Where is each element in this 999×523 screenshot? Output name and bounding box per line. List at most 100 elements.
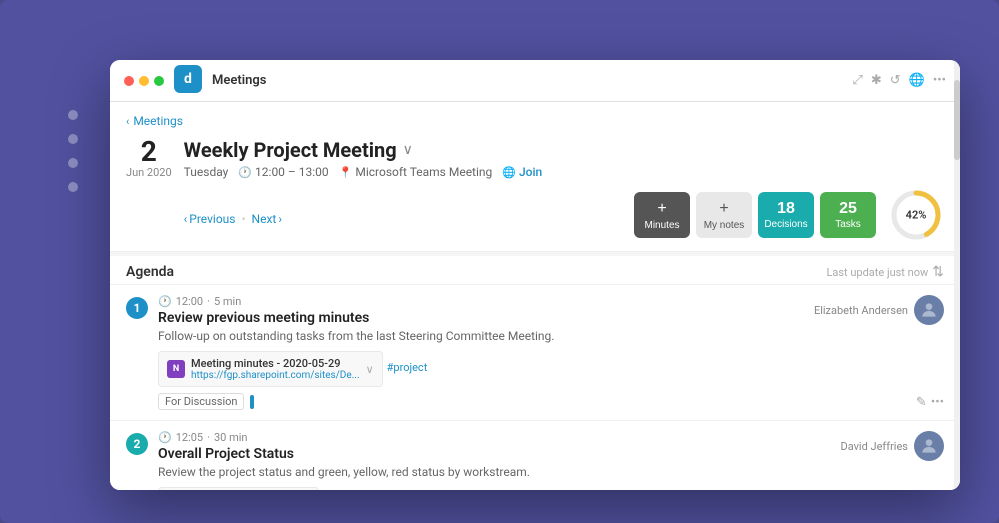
breadcrumb-arrow: ‹ [126,115,129,128]
avatar-1 [914,295,944,325]
refresh-icon[interactable]: ↺ [890,73,901,88]
minutes-plus-icon: + [657,200,666,218]
agenda-header: Agenda Last update just now ⇅ [110,256,960,285]
avatar-2 [914,431,944,461]
minimize-dot[interactable] [139,76,149,86]
scrollbar-track [954,102,960,490]
label-bar [250,395,254,409]
settings-icon[interactable]: ✱ [871,73,882,88]
progress-text: 42% [906,209,927,222]
meeting-time: 🕐 12:00 – 13:00 [238,165,328,179]
sidebar-left [68,110,78,192]
decisions-button[interactable]: 18 Decisions [758,192,814,238]
browser-traffic-lights [124,76,164,86]
nav-separator: • [241,212,245,226]
agenda-item-1-body: 🕐 12:00 · 5 min Review previous meeting … [158,295,804,410]
desktop: d Meetings ⤢ ✱ ↺ 🌐 ••• ‹ Meetings [0,0,999,523]
agenda-title: Agenda [126,264,174,280]
meeting-details: Weekly Project Meeting ∨ Tuesday 🕐 12:00… [184,138,944,243]
agenda-item-2-desc: Review the project status and green, yel… [158,465,830,479]
agenda-item-2-time: 🕐 12:05 · 30 min [158,431,830,444]
agenda-item-2-number: 2 [126,433,148,455]
tasks-count: 25 [839,201,857,217]
globe-icon[interactable]: 🌐 [909,73,925,88]
nav-row: ‹ Previous • Next › [184,212,282,226]
last-update-text: Last update just now [826,266,928,279]
tasks-label: Tasks [835,219,861,230]
agenda-section: Agenda Last update just now ⇅ 1 🕐 [110,256,960,490]
globe-icon: 🌐 [502,166,516,179]
sidebar-dot [68,158,78,168]
scrollbar-thumb[interactable] [954,102,960,160]
meeting-location: 📍 Microsoft Teams Meeting [339,165,493,179]
sidebar-dot [68,110,78,120]
label-discussion: For Discussion [158,393,244,410]
clock-icon-1: 🕐 [158,295,172,308]
agenda-item-2: 2 🕐 12:05 · 30 min Overall Project Statu… [110,421,960,490]
main-content: ‹ Meetings 2 Jun 2020 Weekly [110,102,960,490]
minutes-label: Minutes [644,220,679,231]
meeting-dropdown-icon[interactable]: ∨ [403,142,413,158]
app-logo: d [174,65,202,93]
clock-icon-2: 🕐 [158,431,172,444]
notes-label: My notes [704,220,745,231]
label-row-1: For Discussion [158,393,804,410]
date-number: 2 [141,138,157,166]
agenda-assignee-2: David Jeffries [840,431,944,461]
join-link[interactable]: Join [519,165,542,179]
attachment-1[interactable]: N Meeting minutes - 2020-05-29 https://f… [158,351,383,387]
nav-actions-row: ‹ Previous • Next › [184,187,944,243]
attachment-1-chevron: ∨ [366,363,374,376]
prev-arrow: ‹ [184,212,188,226]
meeting-join-item: 🌐 Join [502,165,542,179]
date-month: Jun 2020 [126,166,172,179]
next-arrow: › [278,212,282,226]
sidebar-dot [68,182,78,192]
expand-icon[interactable]: ⤢ [852,73,862,88]
agenda-item-1-title: Review previous meeting minutes [158,310,804,326]
person-icon-1 [919,300,939,320]
browser-chrome: d Meetings ⤢ ✱ ↺ 🌐 ••• [110,60,960,102]
person-icon-2 [919,436,939,456]
assignee-2-name: David Jeffries [840,440,908,453]
agenda-item-1: 1 🕐 12:00 · 5 min Review previous meetin… [110,285,960,421]
decisions-count: 18 [777,201,795,217]
edit-icon-1[interactable]: ✎ [916,395,927,410]
maximize-dot[interactable] [154,76,164,86]
browser-body: ‹ Meetings 2 Jun 2020 Weekly [110,102,960,490]
meeting-info-row: 2 Jun 2020 Weekly Project Meeting ∨ [126,138,944,243]
close-dot[interactable] [124,76,134,86]
breadcrumb-link[interactable]: Meetings [133,114,183,128]
pin-icon: 📍 [339,166,353,179]
next-link[interactable]: Next › [252,212,282,226]
attachment-2[interactable]: X Project Status.xlsx ✎ ∨ [158,487,319,490]
agenda-item-1-header: 1 🕐 12:00 · 5 min Review previous meetin… [126,295,944,410]
sort-icon[interactable]: ⇅ [932,264,944,280]
more-icon[interactable]: ••• [933,73,946,88]
clock-icon: 🕐 [238,166,252,179]
decisions-label: Decisions [764,219,807,230]
more-icon-1[interactable]: ••• [931,395,944,410]
meeting-header: ‹ Meetings 2 Jun 2020 Weekly [110,102,960,252]
prev-link[interactable]: ‹ Previous [184,212,236,226]
attachment-1-url: https://fgp.sharepoint.com/sites/De... [191,370,360,381]
breadcrumb: ‹ Meetings [126,114,944,128]
assignee-1-name: Elizabeth Andersen [814,304,908,317]
agenda-assignee-1: Elizabeth Andersen [814,295,944,325]
meeting-title: Weekly Project Meeting [184,138,397,162]
tasks-button[interactable]: 25 Tasks [820,192,876,238]
meeting-title-row: Weekly Project Meeting ∨ [184,138,944,162]
next-label: Next [252,212,277,226]
meeting-day: Tuesday [184,165,229,179]
agenda-item-1-number: 1 [126,297,148,319]
top-bar-icons: ⤢ ✱ ↺ 🌐 ••• [852,73,946,88]
prev-label: Previous [189,212,235,226]
minutes-button[interactable]: + Minutes [634,192,690,238]
agenda-item-1-actions: ✎ ••• [916,395,944,410]
my-notes-button[interactable]: + My notes [696,192,752,238]
attachment-1-content: Meeting minutes - 2020-05-29 https://fgp… [191,357,360,381]
tag-project[interactable]: #project [387,361,428,374]
date-block: 2 Jun 2020 [126,138,172,179]
browser-window: d Meetings ⤢ ✱ ↺ 🌐 ••• ‹ Meetings [110,60,960,490]
progress-circle: 42% [888,187,944,243]
